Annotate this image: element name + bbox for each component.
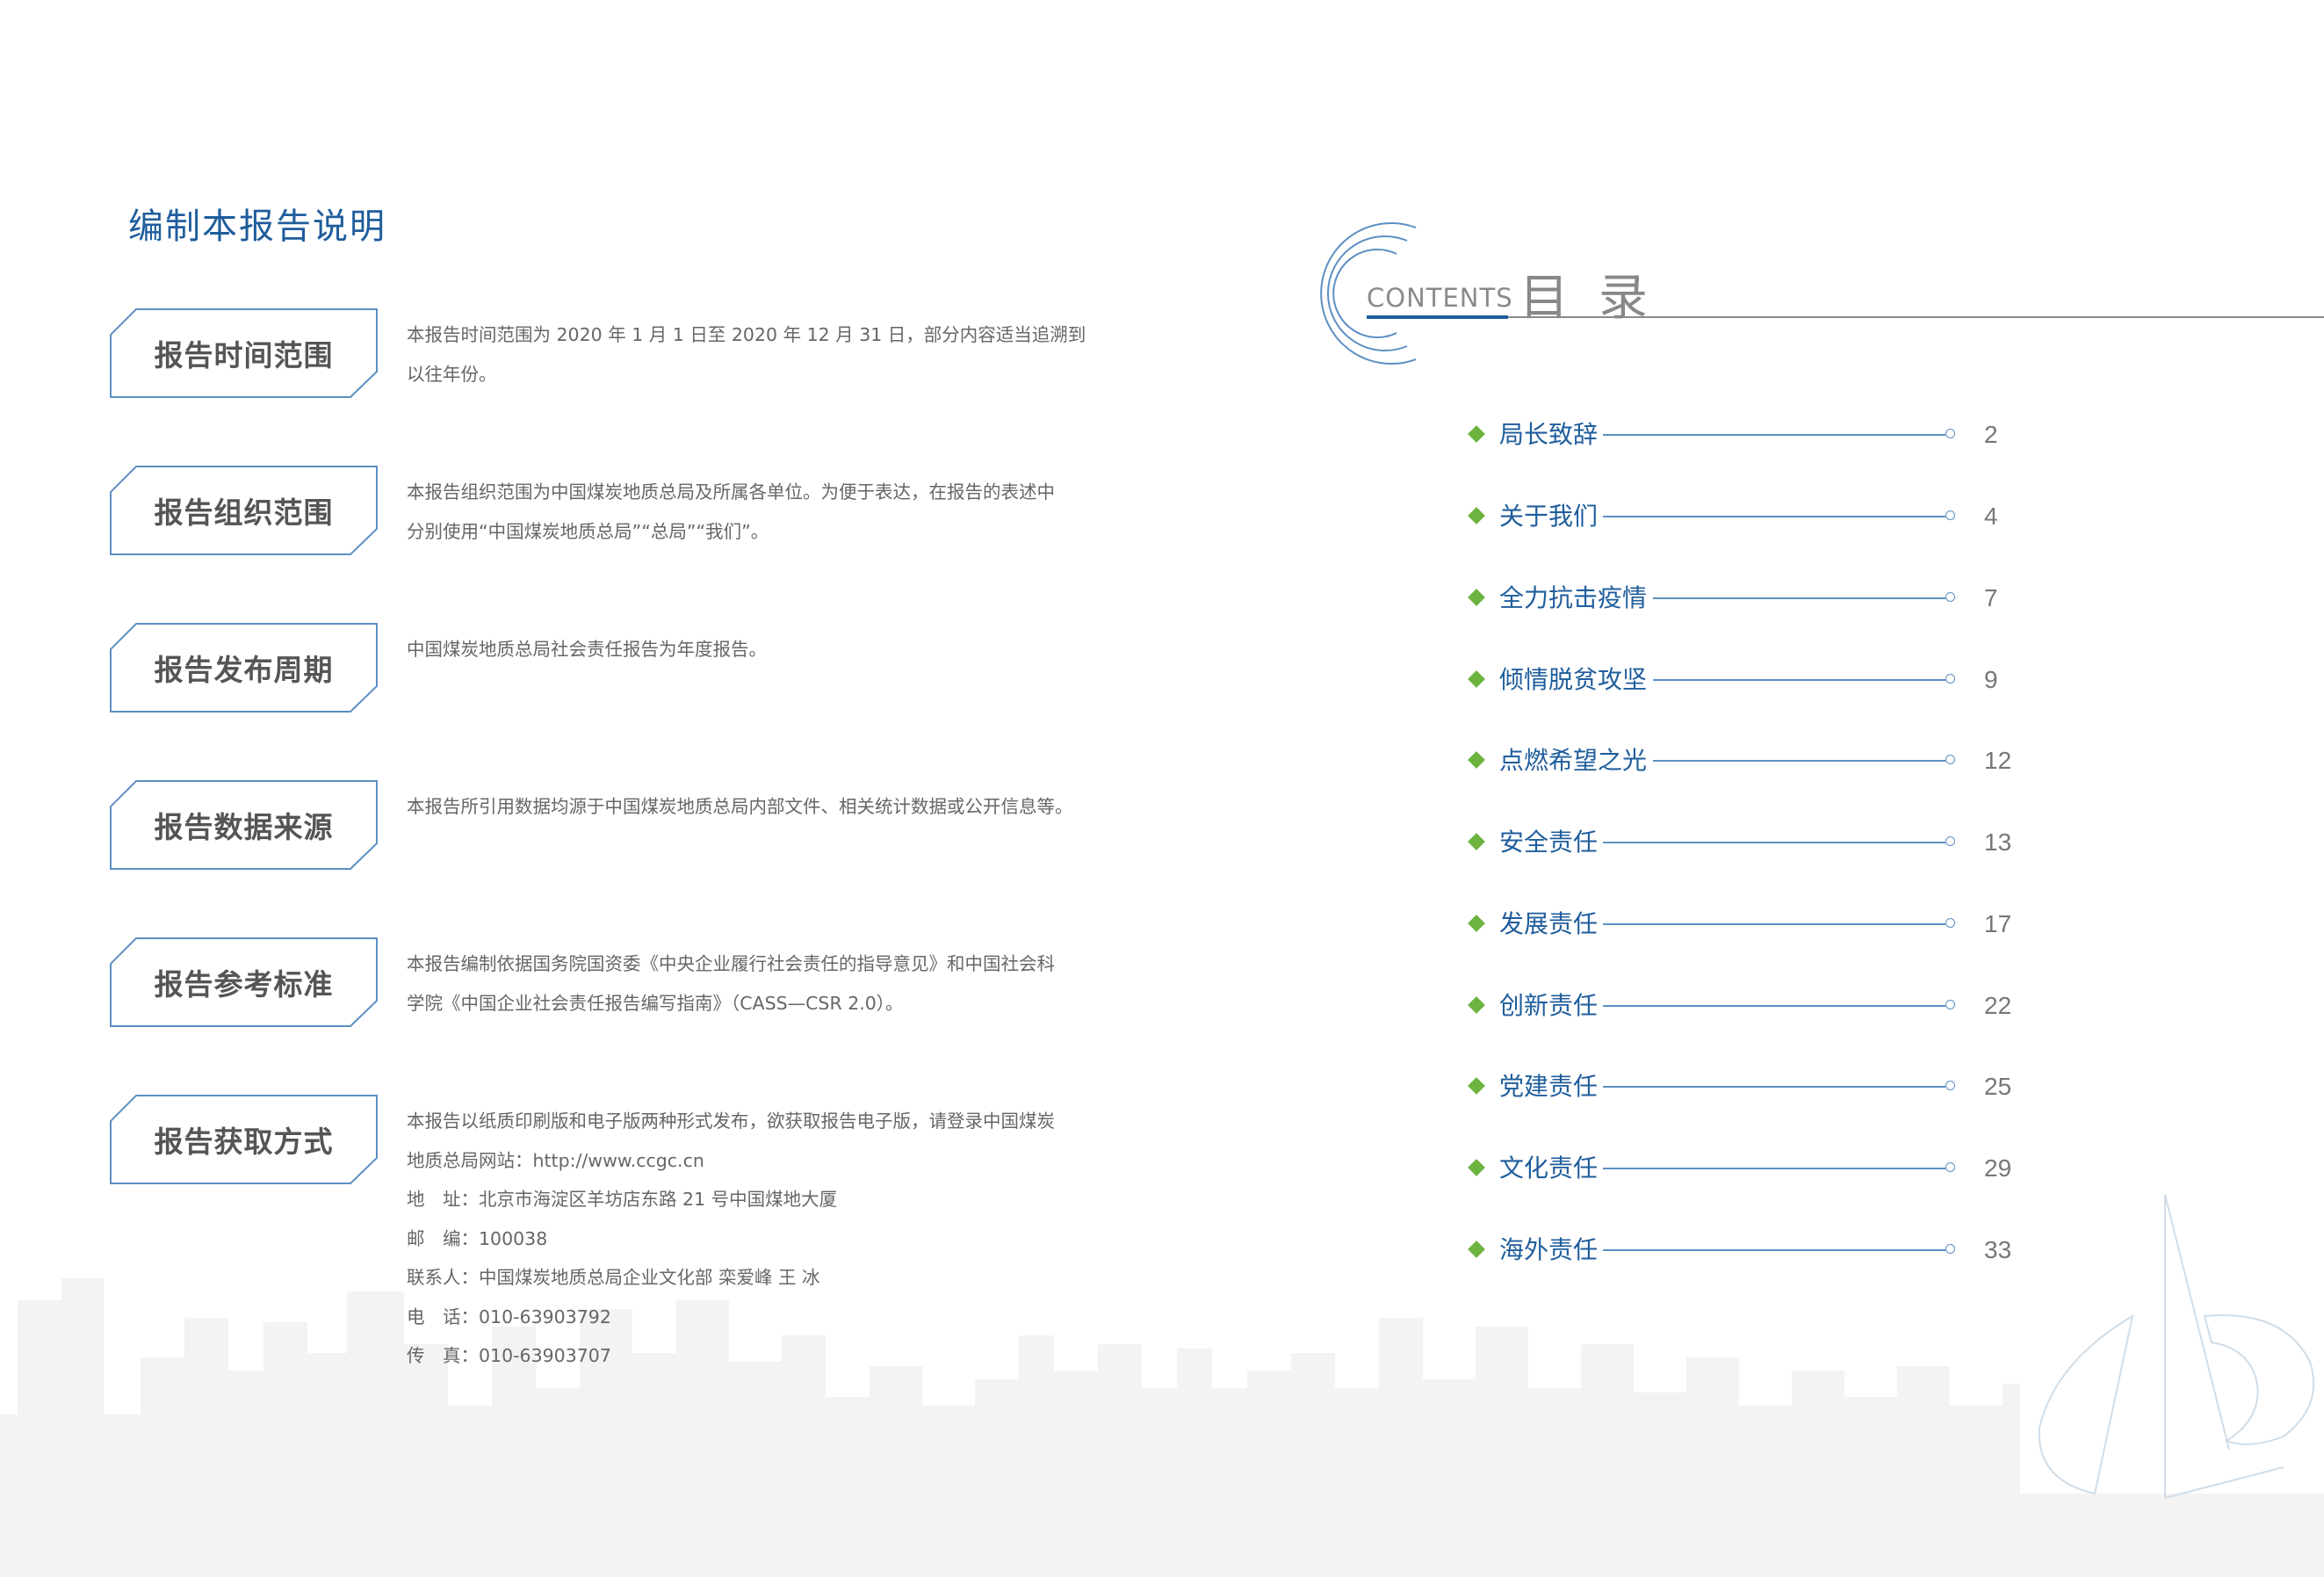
section-tag-label: 报告获取方式 [154, 1125, 334, 1159]
toc-page-number: 4 [1984, 503, 1998, 530]
toc-leader-line [1653, 679, 1945, 681]
toc-page-number: 17 [1984, 910, 2012, 937]
desc-line-address: 地 址：北京市海淀区羊坊店东路 21 号中国煤地大厦 [407, 1189, 838, 1210]
toc-item-label[interactable]: 关于我们 [1499, 495, 1598, 539]
section-tag-label: 报告发布周期 [154, 653, 334, 687]
toc-leader-line [1653, 597, 1945, 599]
toc-leader-dot [1945, 429, 1955, 438]
section-description: 本报告以纸质印刷版和电子版两种形式发布，欲获取报告电子版，请登录中国煤炭 地质总… [407, 1102, 1180, 1376]
toc-item-label[interactable]: 点燃希望之光 [1499, 739, 1647, 783]
toc-leader-dot [1945, 836, 1955, 846]
toc-leader-dot [1945, 918, 1955, 928]
toc-item-label[interactable]: 创新责任 [1499, 984, 1598, 1028]
desc-line: 学院《中国企业社会责任报告编写指南》（CASS—CSR 2.0）。 [407, 992, 904, 1014]
desc-line: 以往年份。 [407, 363, 497, 385]
toc-item-label[interactable]: 海外责任 [1499, 1228, 1598, 1272]
desc-line-fax: 传 真：010-63903707 [407, 1345, 611, 1366]
toc-page-number: 9 [1984, 666, 1998, 693]
page-title: 编制本报告说明 [128, 206, 386, 247]
desc-line: 本报告所引用数据均源于中国煤炭地质总局内部文件、相关统计数据或公开信息等。 [407, 796, 1073, 817]
toc-page-number: 13 [1984, 828, 2012, 856]
toc-leader-dot [1945, 1000, 1955, 1009]
contents-title-char: 目 [1519, 270, 1569, 327]
desc-line-phone: 电 话：010-63903792 [407, 1306, 611, 1327]
contents-title-char: 录 [1599, 270, 1648, 327]
toc-page-number: 29 [1984, 1154, 2012, 1182]
toc-item-label[interactable]: 安全责任 [1499, 821, 1598, 864]
section-tag: 报告参考标准 [110, 937, 378, 1027]
desc-line: 本报告组织范围为中国煤炭地质总局及所属各单位。为便于表达，在报告的表述中 [407, 481, 1055, 503]
toc-item-label[interactable]: 文化责任 [1499, 1147, 1598, 1190]
toc-item-label[interactable]: 发展责任 [1499, 902, 1598, 946]
desc-line-website: 地质总局网站：http://www.ccgc.cn [407, 1149, 704, 1171]
toc-leader-line [1603, 1005, 1945, 1007]
toc-leader-line [1603, 842, 1945, 843]
section-description: 中国煤炭地质总局社会责任报告为年度报告。 [407, 630, 1180, 669]
company-logo-watermark-icon [2038, 1194, 2315, 1499]
toc-leader-dot [1945, 510, 1955, 520]
toc-leader-line [1603, 1249, 1945, 1251]
section-tag-label: 报告参考标准 [154, 967, 334, 1002]
toc-page-number: 22 [1984, 992, 2012, 1019]
toc-leader-dot [1945, 1081, 1955, 1090]
section-tag-label: 报告时间范围 [154, 338, 334, 373]
section-tag: 报告时间范围 [110, 308, 378, 398]
section-tag: 报告发布周期 [110, 623, 378, 713]
toc-leader-line [1603, 434, 1945, 436]
contents-label: CONTENTS [1367, 283, 1513, 313]
toc-leader-dot [1945, 674, 1955, 684]
toc-page-number: 12 [1984, 747, 2012, 774]
desc-line-contact: 联系人：中国煤炭地质总局企业文化部 栾爱峰 王 冰 [407, 1267, 820, 1288]
section-description: 本报告编制依据国务院国资委《中央企业履行社会责任的指导意见》和中国社会科 学院《… [407, 944, 1180, 1023]
section-description: 本报告组织范围为中国煤炭地质总局及所属各单位。为便于表达，在报告的表述中 分别使… [407, 473, 1180, 551]
toc-leader-line [1603, 1086, 1945, 1088]
desc-line: 本报告时间范围为 2020 年 1 月 1 日至 2020 年 12 月 31 … [407, 324, 1086, 345]
toc-leader-dot [1945, 592, 1955, 602]
toc-leader-dot [1945, 1244, 1955, 1254]
toc-leader-dot [1945, 1162, 1955, 1172]
section-tag: 报告获取方式 [110, 1095, 378, 1184]
toc-item-label[interactable]: 党建责任 [1499, 1065, 1598, 1109]
toc-page-number: 33 [1984, 1236, 2012, 1263]
section-tag: 报告数据来源 [110, 780, 378, 870]
desc-line: 本报告编制依据国务院国资委《中央企业履行社会责任的指导意见》和中国社会科 [407, 953, 1055, 974]
desc-line: 本报告以纸质印刷版和电子版两种形式发布，欲获取报告电子版，请登录中国煤炭 [407, 1110, 1055, 1132]
desc-line: 中国煤炭地质总局社会责任报告为年度报告。 [407, 639, 767, 660]
section-tag-label: 报告组织范围 [154, 496, 334, 530]
toc-item-label[interactable]: 全力抗击疫情 [1499, 576, 1647, 620]
desc-line-postcode: 邮 编：100038 [407, 1227, 548, 1249]
section-description: 本报告所引用数据均源于中国煤炭地质总局内部文件、相关统计数据或公开信息等。 [407, 787, 1180, 827]
toc-page-number: 2 [1984, 421, 1998, 448]
section-description: 本报告时间范围为 2020 年 1 月 1 日至 2020 年 12 月 31 … [407, 315, 1180, 394]
toc-item-label[interactable]: 局长致辞 [1499, 413, 1598, 457]
section-tag: 报告组织范围 [110, 466, 378, 555]
toc-leader-line [1603, 1168, 1945, 1169]
toc-leader-dot [1945, 755, 1955, 764]
toc-item-label[interactable]: 倾情脱贫攻坚 [1499, 658, 1647, 702]
toc-leader-line [1603, 516, 1945, 517]
toc-page-number: 7 [1984, 584, 1998, 611]
toc-leader-line [1603, 923, 1945, 925]
toc-leader-line [1653, 760, 1945, 762]
desc-line: 分别使用“中国煤炭地质总局”“总局”“我们”。 [407, 520, 769, 542]
section-tag-label: 报告数据来源 [154, 810, 334, 844]
toc-page-number: 25 [1984, 1073, 2012, 1100]
